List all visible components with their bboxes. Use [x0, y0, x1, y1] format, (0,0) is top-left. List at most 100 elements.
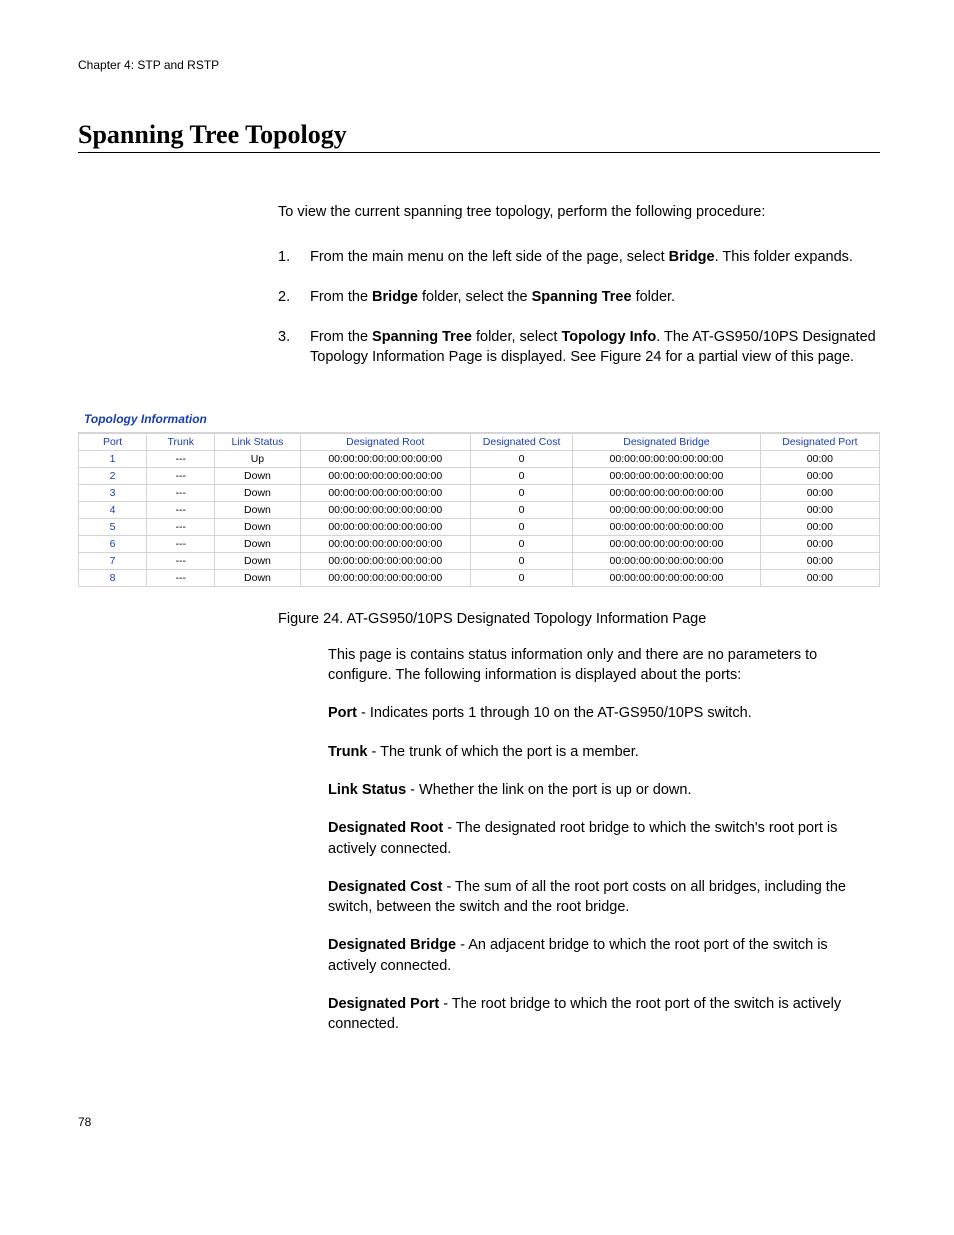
table-cell: 00:00: [760, 569, 879, 586]
table-cell: 6: [79, 535, 147, 552]
table-cell: Down: [215, 518, 300, 535]
table-cell: 00:00: [760, 518, 879, 535]
definition-item: Designated Root - The designated root br…: [328, 818, 880, 859]
step-bold: Topology Info: [561, 329, 656, 345]
table-cell: 3: [79, 484, 147, 501]
step-pre: From the main menu on the left side of t…: [310, 249, 669, 265]
table-header: Designated Root: [300, 433, 470, 450]
step-bold: Bridge: [372, 289, 418, 305]
definition-text: - Whether the link on the port is up or …: [406, 782, 691, 798]
table-cell: Down: [215, 501, 300, 518]
figure-topology-info: Topology Information Port Trunk Link Sta…: [78, 408, 880, 587]
intro-paragraph: To view the current spanning tree topolo…: [278, 203, 880, 223]
table-cell: 00:00:00:00:00:00:00:00: [573, 535, 760, 552]
table-cell: 0: [470, 569, 572, 586]
table-cell: 00:00:00:00:00:00:00:00: [300, 484, 470, 501]
page-number: 78: [78, 1115, 880, 1129]
step-number: 3.: [278, 327, 310, 368]
table-cell: 00:00:00:00:00:00:00:00: [573, 569, 760, 586]
table-cell: 00:00: [760, 484, 879, 501]
table-cell: ---: [147, 484, 215, 501]
step-text: From the Spanning Tree folder, select To…: [310, 327, 880, 368]
step-mid: folder, select the: [418, 289, 532, 305]
figure-caption: Figure 24. AT-GS950/10PS Designated Topo…: [278, 611, 880, 627]
definition-term: Designated Root: [328, 820, 443, 836]
table-cell: 00:00:00:00:00:00:00:00: [573, 518, 760, 535]
table-header: Trunk: [147, 433, 215, 450]
step-pre: From the: [310, 289, 372, 305]
table-row: 2---Down00:00:00:00:00:00:00:00000:00:00…: [79, 467, 880, 484]
table-cell: 00:00:00:00:00:00:00:00: [300, 518, 470, 535]
table-row: 3---Down00:00:00:00:00:00:00:00000:00:00…: [79, 484, 880, 501]
chapter-header: Chapter 4: STP and RSTP: [78, 58, 880, 72]
table-cell: 0: [470, 552, 572, 569]
step-pre: From the: [310, 329, 372, 345]
definition-text: - Indicates ports 1 through 10 on the AT…: [357, 705, 752, 721]
table-cell: 00:00:00:00:00:00:00:00: [573, 450, 760, 467]
table-cell: 00:00:00:00:00:00:00:00: [300, 569, 470, 586]
definition-item: Designated Bridge - An adjacent bridge t…: [328, 935, 880, 976]
table-cell: 2: [79, 467, 147, 484]
table-cell: 00:00:00:00:00:00:00:00: [573, 484, 760, 501]
definition-term: Port: [328, 705, 357, 721]
step-number: 2.: [278, 287, 310, 307]
table-row: 5---Down00:00:00:00:00:00:00:00000:00:00…: [79, 518, 880, 535]
table-header: Designated Port: [760, 433, 879, 450]
table-cell: Down: [215, 552, 300, 569]
step-3: 3. From the Spanning Tree folder, select…: [278, 327, 880, 368]
table-cell: 00:00:00:00:00:00:00:00: [573, 501, 760, 518]
definition-term: Designated Bridge: [328, 937, 456, 953]
table-cell: 00:00: [760, 501, 879, 518]
table-cell: 00:00: [760, 535, 879, 552]
table-row: 6---Down00:00:00:00:00:00:00:00000:00:00…: [79, 535, 880, 552]
table-cell: 00:00:00:00:00:00:00:00: [573, 467, 760, 484]
step-number: 1.: [278, 247, 310, 267]
table-cell: 0: [470, 535, 572, 552]
table-cell: 4: [79, 501, 147, 518]
table-cell: 0: [470, 450, 572, 467]
definition-text: - The trunk of which the port is a membe…: [367, 744, 638, 760]
table-cell: 00:00: [760, 467, 879, 484]
table-row: 7---Down00:00:00:00:00:00:00:00000:00:00…: [79, 552, 880, 569]
step-1: 1. From the main menu on the left side o…: [278, 247, 880, 267]
definition-term: Trunk: [328, 744, 367, 760]
table-cell: 00:00:00:00:00:00:00:00: [300, 501, 470, 518]
definition-term: Designated Cost: [328, 879, 442, 895]
table-cell: ---: [147, 467, 215, 484]
table-cell: Down: [215, 535, 300, 552]
table-cell: 7: [79, 552, 147, 569]
step-post: . This folder expands.: [715, 249, 853, 265]
table-cell: 8: [79, 569, 147, 586]
table-header: Designated Cost: [470, 433, 572, 450]
table-cell: ---: [147, 450, 215, 467]
table-cell: 0: [470, 467, 572, 484]
section-title: Spanning Tree Topology: [78, 120, 880, 153]
table-cell: 00:00: [760, 552, 879, 569]
table-cell: 5: [79, 518, 147, 535]
table-cell: 1: [79, 450, 147, 467]
table-header: Designated Bridge: [573, 433, 760, 450]
table-cell: 00:00:00:00:00:00:00:00: [300, 535, 470, 552]
topology-table: Port Trunk Link Status Designated Root D…: [78, 433, 880, 587]
table-cell: 00:00:00:00:00:00:00:00: [300, 450, 470, 467]
step-bold: Bridge: [669, 249, 715, 265]
table-cell: Up: [215, 450, 300, 467]
table-header-row: Port Trunk Link Status Designated Root D…: [79, 433, 880, 450]
step-text: From the main menu on the left side of t…: [310, 247, 880, 267]
table-row: 4---Down00:00:00:00:00:00:00:00000:00:00…: [79, 501, 880, 518]
table-cell: 00:00:00:00:00:00:00:00: [300, 552, 470, 569]
table-cell: ---: [147, 535, 215, 552]
table-cell: Down: [215, 569, 300, 586]
definition-item: Link Status - Whether the link on the po…: [328, 780, 880, 800]
step-bold: Spanning Tree: [532, 289, 632, 305]
table-cell: 0: [470, 484, 572, 501]
step-mid: folder, select: [472, 329, 561, 345]
table-cell: Down: [215, 484, 300, 501]
step-text: From the Bridge folder, select the Spann…: [310, 287, 880, 307]
table-cell: 00:00: [760, 450, 879, 467]
table-cell: ---: [147, 552, 215, 569]
figure-panel-title: Topology Information: [78, 408, 880, 433]
table-row: 1---Up00:00:00:00:00:00:00:00000:00:00:0…: [79, 450, 880, 467]
table-row: 8---Down00:00:00:00:00:00:00:00000:00:00…: [79, 569, 880, 586]
table-cell: 00:00:00:00:00:00:00:00: [573, 552, 760, 569]
